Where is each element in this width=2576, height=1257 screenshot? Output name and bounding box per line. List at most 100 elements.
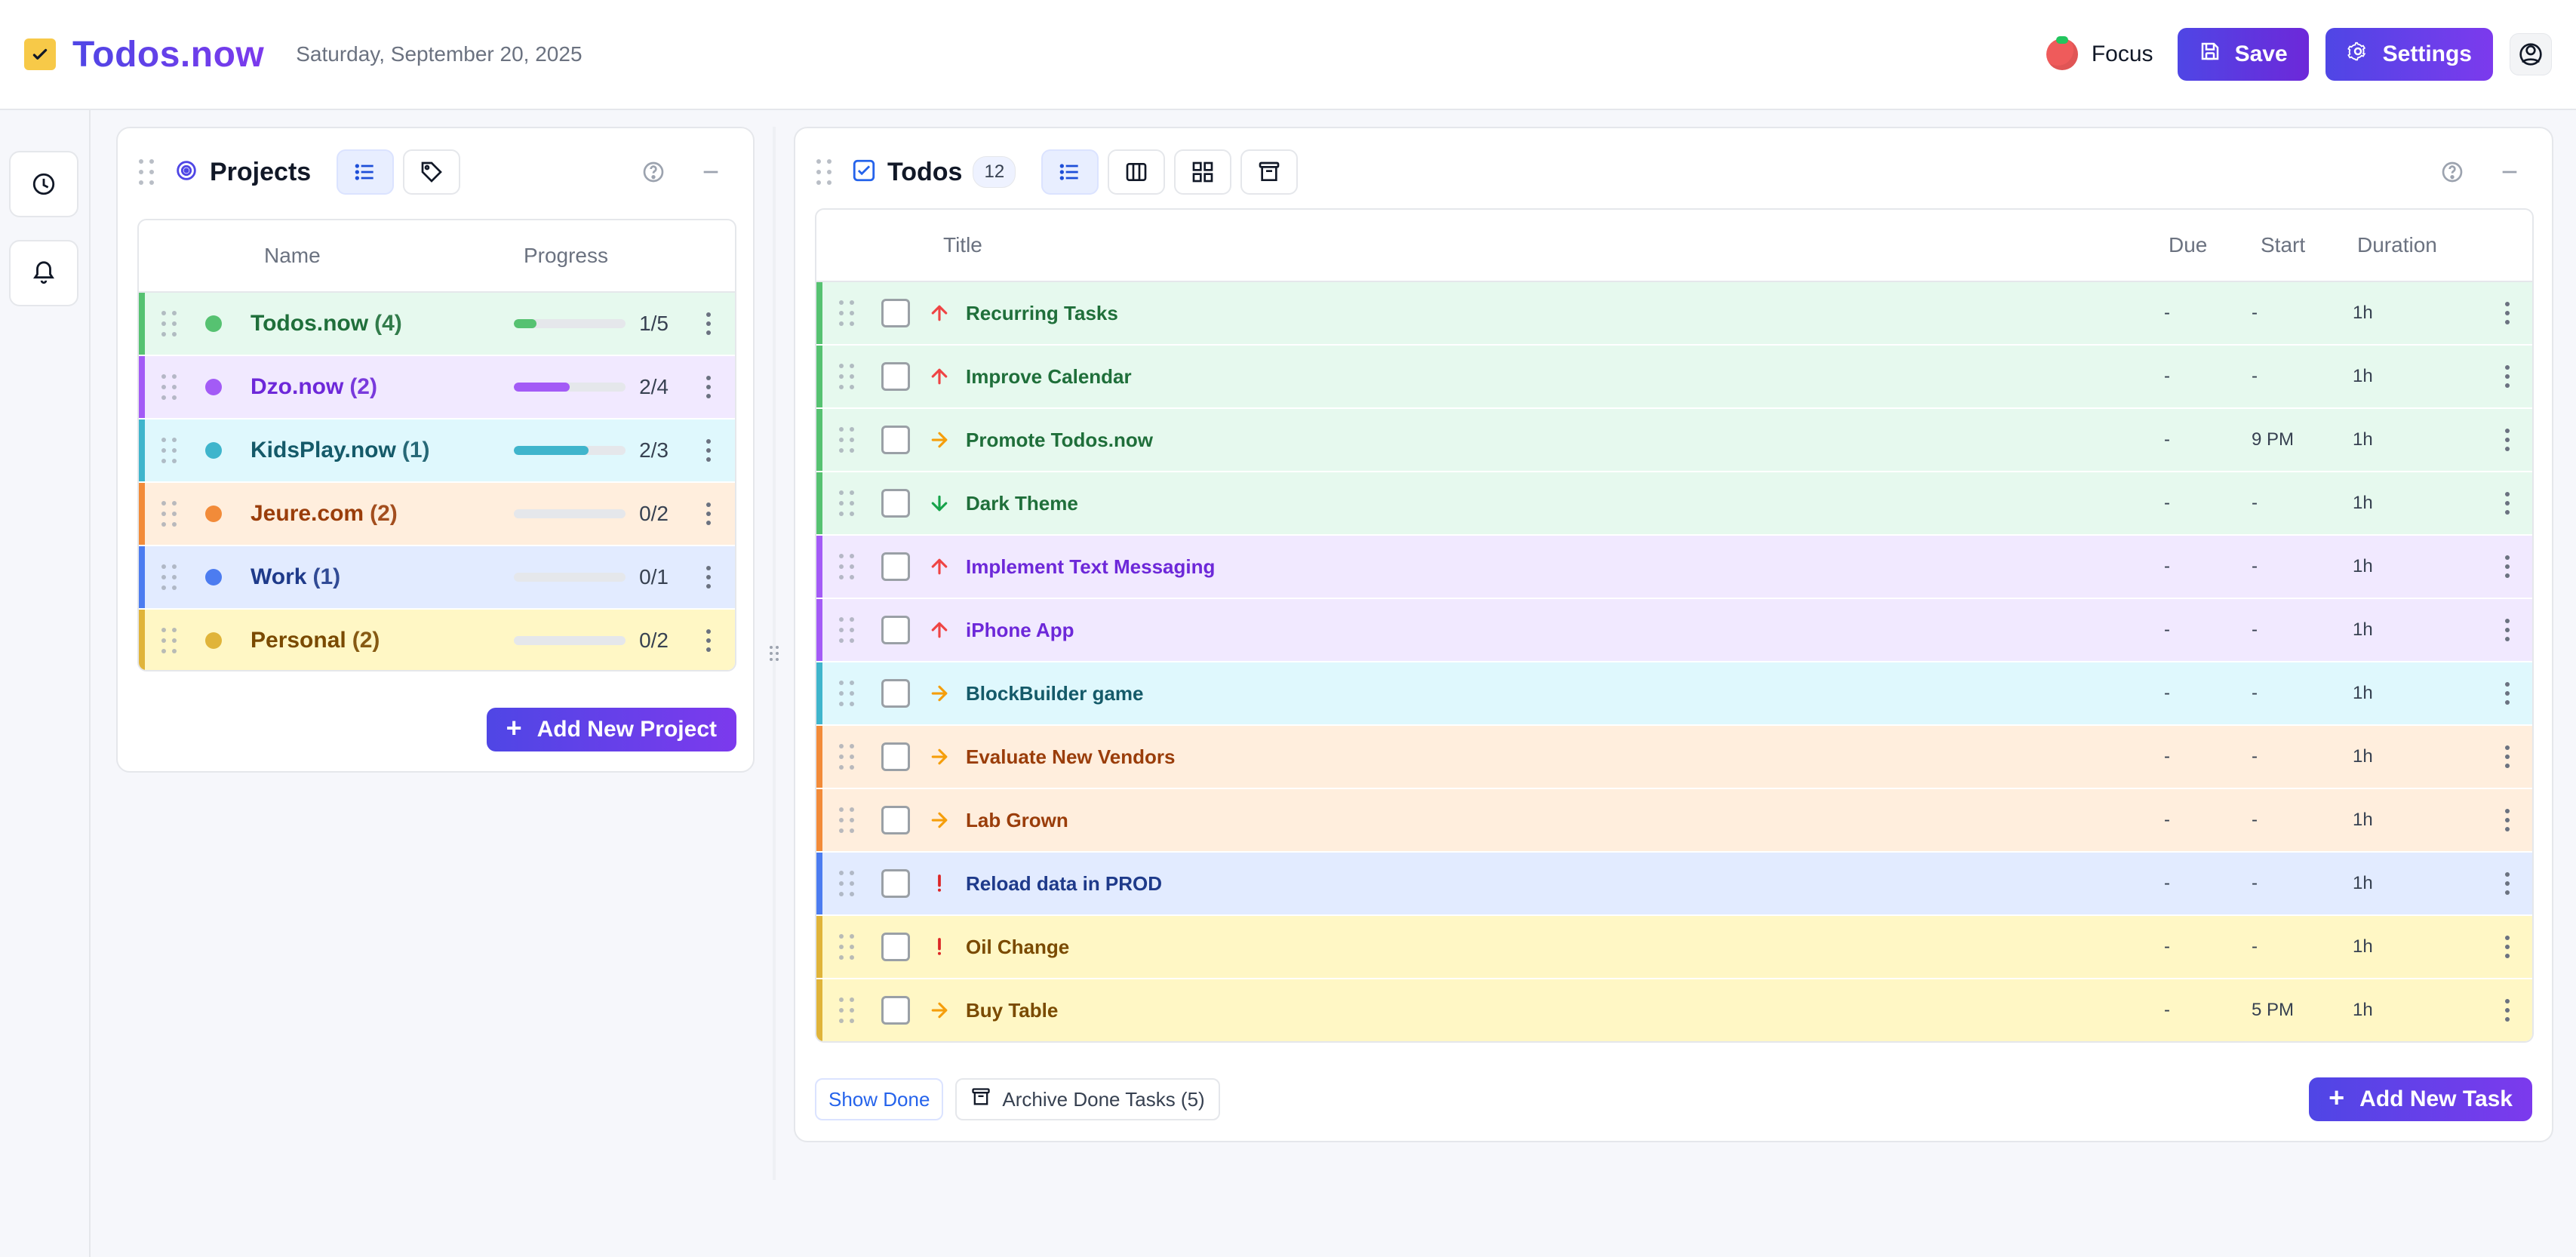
todo-row[interactable]: Promote Todos.now - 9 PM 1h [816, 409, 2532, 472]
drag-handle-icon[interactable] [839, 300, 859, 326]
more-vertical-icon[interactable] [705, 312, 712, 335]
todo-title[interactable]: Implement Text Messaging [966, 555, 1215, 579]
todo-checkbox[interactable] [881, 996, 910, 1025]
more-vertical-icon[interactable] [705, 376, 712, 398]
todo-checkbox[interactable] [881, 869, 910, 898]
user-avatar[interactable] [2510, 33, 2552, 75]
more-vertical-icon[interactable] [2504, 745, 2511, 768]
more-vertical-icon[interactable] [705, 566, 712, 589]
split-handle-icon[interactable] [764, 643, 785, 664]
todo-title[interactable]: BlockBuilder game [966, 682, 1144, 705]
more-vertical-icon[interactable] [2504, 619, 2511, 641]
drag-handle-icon[interactable] [839, 997, 859, 1023]
project-row[interactable]: Dzo.now (2) 2/4 [139, 356, 735, 420]
tag-view-button[interactable] [403, 149, 461, 195]
drag-handle-icon[interactable] [839, 490, 859, 516]
more-vertical-icon[interactable] [2504, 872, 2511, 895]
drag-handle-icon[interactable] [161, 501, 181, 527]
todo-title[interactable]: Buy Table [966, 999, 1058, 1022]
todo-row[interactable]: iPhone App - - 1h [816, 599, 2532, 662]
minimize-icon[interactable] [697, 158, 724, 186]
drag-handle-icon[interactable] [161, 311, 181, 337]
columns-view-button[interactable] [1108, 149, 1166, 195]
more-vertical-icon[interactable] [705, 629, 712, 652]
todo-title[interactable]: Lab Grown [966, 809, 1068, 832]
todo-row[interactable]: BlockBuilder game - - 1h [816, 662, 2532, 726]
todo-checkbox[interactable] [881, 806, 910, 834]
todo-row[interactable]: Evaluate New Vendors - - 1h [816, 726, 2532, 789]
todo-row[interactable]: Dark Theme - - 1h [816, 472, 2532, 536]
more-vertical-icon[interactable] [2504, 555, 2511, 578]
more-vertical-icon[interactable] [2504, 809, 2511, 831]
save-button[interactable]: Save [2177, 28, 2309, 81]
add-new-project-button[interactable]: + Add New Project [486, 708, 736, 751]
more-vertical-icon[interactable] [2504, 429, 2511, 451]
add-new-task-button[interactable]: + Add New Task [2309, 1077, 2532, 1121]
help-icon[interactable] [640, 158, 667, 186]
drag-handle-icon[interactable] [161, 374, 181, 400]
settings-button[interactable]: Settings [2325, 28, 2493, 81]
drag-handle-icon[interactable] [161, 438, 181, 463]
clock-button[interactable] [9, 151, 78, 217]
todo-row[interactable]: Improve Calendar - - 1h [816, 346, 2532, 409]
more-vertical-icon[interactable] [2504, 365, 2511, 388]
todo-checkbox[interactable] [881, 552, 910, 581]
project-row[interactable]: Todos.now (4) 1/5 [139, 293, 735, 356]
drag-handle-icon[interactable] [161, 628, 181, 653]
todo-checkbox[interactable] [881, 679, 910, 708]
todo-title[interactable]: Reload data in PROD [966, 872, 1162, 896]
todo-row[interactable]: Lab Grown - - 1h [816, 789, 2532, 853]
show-done-button[interactable]: Show Done [815, 1078, 944, 1120]
drag-handle-icon[interactable] [839, 617, 859, 643]
drag-handle-icon[interactable] [839, 744, 859, 770]
todo-checkbox[interactable] [881, 616, 910, 644]
project-row[interactable]: KidsPlay.now (1) 2/3 [139, 420, 735, 483]
todo-title[interactable]: Oil Change [966, 936, 1069, 959]
more-vertical-icon[interactable] [2504, 936, 2511, 958]
drag-handle-icon[interactable] [839, 681, 859, 706]
todo-checkbox[interactable] [881, 742, 910, 771]
todo-title[interactable]: Dark Theme [966, 492, 1078, 515]
project-row[interactable]: Personal (2) 0/2 [139, 610, 735, 670]
todo-row[interactable]: Reload data in PROD - - 1h [816, 853, 2532, 916]
drag-handle-icon[interactable] [139, 159, 158, 185]
todo-checkbox[interactable] [881, 426, 910, 454]
minimize-icon[interactable] [2496, 158, 2523, 186]
todo-title[interactable]: Recurring Tasks [966, 302, 1118, 325]
todo-title[interactable]: Evaluate New Vendors [966, 745, 1175, 769]
notifications-button[interactable] [9, 240, 78, 306]
todo-title[interactable]: Improve Calendar [966, 365, 1132, 389]
todo-row[interactable]: Recurring Tasks - - 1h [816, 282, 2532, 346]
more-vertical-icon[interactable] [2504, 682, 2511, 705]
drag-handle-icon[interactable] [816, 159, 836, 185]
drag-handle-icon[interactable] [839, 554, 859, 579]
more-vertical-icon[interactable] [2504, 492, 2511, 515]
list-view-button[interactable] [1041, 149, 1099, 195]
list-view-button[interactable] [337, 149, 395, 195]
drag-handle-icon[interactable] [161, 564, 181, 590]
drag-handle-icon[interactable] [839, 364, 859, 389]
drag-handle-icon[interactable] [839, 934, 859, 960]
todo-title[interactable]: Promote Todos.now [966, 429, 1153, 452]
archive-view-button[interactable] [1240, 149, 1299, 195]
todo-row[interactable]: Implement Text Messaging - - 1h [816, 536, 2532, 599]
drag-handle-icon[interactable] [839, 807, 859, 833]
help-icon[interactable] [2439, 158, 2466, 186]
focus-toggle[interactable]: Focus [2046, 36, 2153, 70]
todo-title[interactable]: iPhone App [966, 619, 1074, 642]
project-row[interactable]: Jeure.com (2) 0/2 [139, 483, 735, 546]
archive-done-tasks-button[interactable]: Archive Done Tasks (5) [955, 1078, 1220, 1120]
todo-checkbox[interactable] [881, 933, 910, 961]
todo-checkbox[interactable] [881, 362, 910, 391]
todo-checkbox[interactable] [881, 299, 910, 327]
project-row[interactable]: Work (1) 0/1 [139, 546, 735, 610]
more-vertical-icon[interactable] [2504, 999, 2511, 1022]
todo-row[interactable]: Oil Change - - 1h [816, 916, 2532, 979]
more-vertical-icon[interactable] [705, 502, 712, 525]
todo-checkbox[interactable] [881, 489, 910, 518]
todo-row[interactable]: Buy Table - 5 PM 1h [816, 979, 2532, 1041]
grid-view-button[interactable] [1174, 149, 1232, 195]
more-vertical-icon[interactable] [2504, 302, 2511, 324]
drag-handle-icon[interactable] [839, 871, 859, 896]
more-vertical-icon[interactable] [705, 439, 712, 462]
